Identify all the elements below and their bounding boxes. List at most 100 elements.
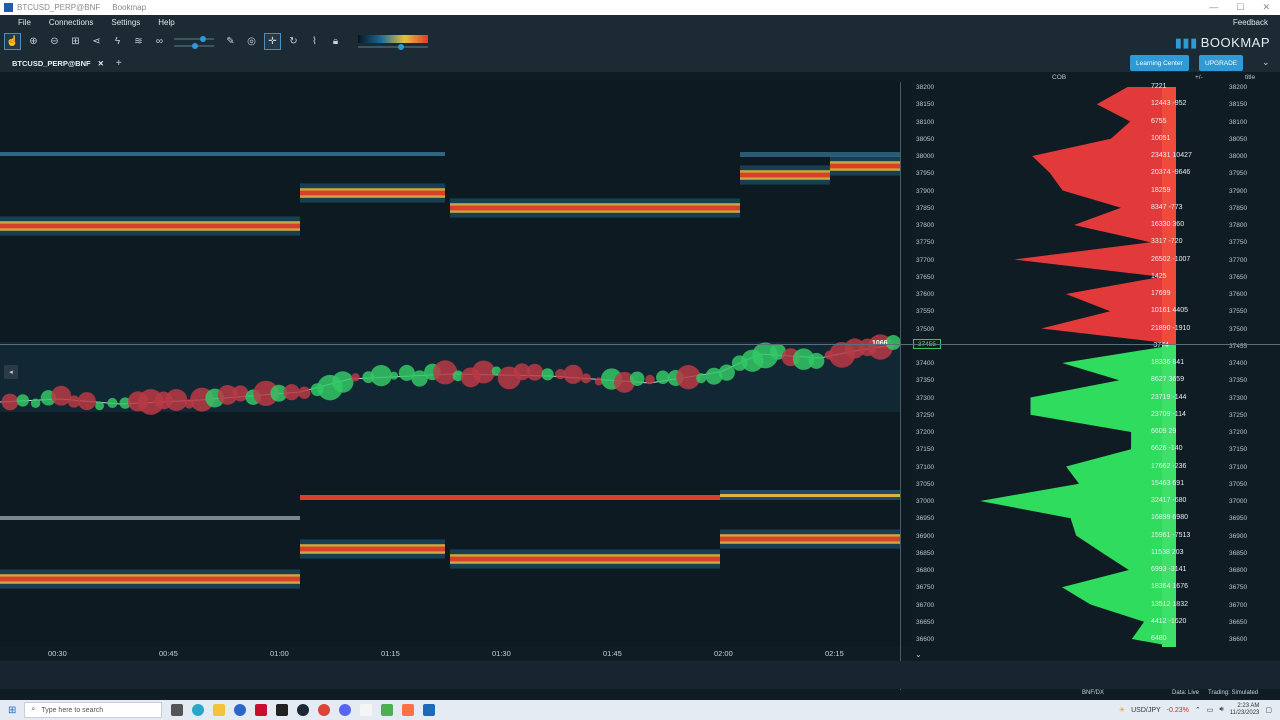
- taskbar-search-input[interactable]: ⌕ Type here to search: [24, 702, 163, 718]
- scroll-down-icon[interactable]: ⌄: [915, 650, 922, 659]
- trade-bubble: [95, 401, 105, 411]
- discord-icon[interactable]: [339, 704, 352, 716]
- upper-liquidity-band-core: [300, 190, 445, 196]
- trade-bubble: [351, 373, 360, 382]
- cob-value: 6609 29: [1151, 428, 1177, 435]
- menu-file[interactable]: File: [18, 18, 31, 27]
- chevron-down-icon[interactable]: ⌄: [1262, 57, 1270, 68]
- price-tick-right: 37900: [1229, 187, 1248, 195]
- price-tick: 36600: [916, 636, 935, 643]
- tray-chevron-icon[interactable]: ⌃: [1195, 706, 1201, 714]
- trade-bubble: [718, 364, 735, 381]
- pen-icon[interactable]: ✎: [222, 33, 239, 50]
- color-scale-slider[interactable]: [358, 32, 438, 52]
- tab-close-icon[interactable]: ✕: [98, 59, 104, 68]
- time-tick: 00:30: [48, 649, 67, 658]
- app-dark-icon[interactable]: [276, 704, 289, 716]
- menu-connections[interactable]: Connections: [49, 18, 93, 27]
- task-view-icon[interactable]: [171, 704, 184, 716]
- windows-taskbar: ⊞ ⌕ Type here to search ☀ USD/JPY -0.23%…: [0, 700, 1280, 720]
- cob-value: 16330 360: [1151, 221, 1185, 228]
- price-tick: 38200: [916, 84, 935, 91]
- layers-icon[interactable]: ≋: [130, 33, 147, 50]
- replay-icon[interactable]: ↻: [285, 33, 302, 50]
- toolbar: ☝ ⊕ ⊖ ⊞ ⋖ ϟ ≋ ∞ ✎ ◎ ✛ ↻ ⌇ 🔒︎: [0, 29, 1280, 54]
- price-tick-right: 38000: [1229, 153, 1248, 160]
- link-icon[interactable]: ∞: [151, 33, 168, 50]
- price-tick: 37050: [916, 480, 935, 488]
- network-icon[interactable]: ▭: [1207, 706, 1214, 714]
- time-axis: 00:30 00:45 01:00 01:15 01:30 01:45 02:00 02:15: [0, 647, 912, 661]
- price-tick-right: 37500: [1229, 325, 1248, 333]
- clock[interactable]: 2:23 AM 11/23/2023: [1230, 703, 1260, 717]
- menu-help[interactable]: Help: [158, 18, 174, 27]
- tab-btcusd[interactable]: BTCUSD_PERP@BNF ✕: [12, 59, 104, 68]
- upgrade-button[interactable]: UPGRADE: [1199, 55, 1244, 71]
- volume-icon[interactable]: 🔊︎: [1219, 706, 1223, 714]
- cob-value: 4412 -1620: [1151, 617, 1187, 625]
- indicator-pane: [0, 661, 1280, 689]
- price-tick: 37800: [916, 222, 935, 229]
- upper-liquidity-band-core: [740, 172, 830, 178]
- zoom-fit-icon[interactable]: ⊞: [67, 33, 84, 50]
- price-tick-right: 37800: [1229, 222, 1248, 229]
- menu-settings[interactable]: Settings: [111, 18, 140, 27]
- cob-value: 23709 -114: [1151, 410, 1186, 418]
- notepad-icon[interactable]: [360, 704, 373, 716]
- chat-icon[interactable]: ◎: [243, 33, 260, 50]
- minimize-button[interactable]: —: [1209, 2, 1218, 13]
- file-explorer-icon[interactable]: [213, 704, 226, 716]
- price-tick-right: 37550: [1229, 308, 1248, 316]
- cob-value: 15961 -7513: [1151, 531, 1191, 539]
- price-tick-right: 36650: [1229, 618, 1248, 626]
- learning-center-button[interactable]: Learning Center: [1130, 55, 1189, 71]
- crosshair-icon[interactable]: ✛: [264, 33, 281, 50]
- lock-icon[interactable]: 🔒︎: [327, 33, 344, 50]
- app-green-icon[interactable]: [381, 704, 394, 716]
- price-tick-right: 36600: [1229, 636, 1248, 643]
- flash-icon[interactable]: ϟ: [109, 33, 126, 50]
- add-tab-icon[interactable]: +: [116, 58, 122, 69]
- price-tick: 38100: [916, 118, 935, 126]
- windows-start-icon[interactable]: ⊞: [8, 705, 16, 716]
- edge-icon[interactable]: [192, 704, 205, 716]
- feedback-link[interactable]: Feedback: [1233, 18, 1268, 27]
- price-axis: 38200 38150 38100 38050 38000 37950 37900 37850…: [912, 82, 947, 647]
- zoom-in-icon[interactable]: ⊕: [25, 33, 42, 50]
- share-icon[interactable]: ⋖: [88, 33, 105, 50]
- heatmap-chart[interactable]: [0, 82, 912, 647]
- price-tick-right: 36800: [1229, 567, 1248, 574]
- mid-thin-line: [0, 516, 300, 520]
- price-tick-right: 38050: [1229, 135, 1248, 143]
- indicators-icon[interactable]: ⌇: [306, 33, 323, 50]
- pointer-tool-icon[interactable]: ☝: [4, 33, 21, 50]
- heatmap-contrast-slider[interactable]: [174, 33, 214, 50]
- price-tick-right: 36950: [1229, 515, 1248, 523]
- price-tick-right: 36900: [1229, 532, 1248, 540]
- trade-bubble: [696, 373, 707, 384]
- zoom-out-icon[interactable]: ⊖: [46, 33, 63, 50]
- trade-bubble: [298, 386, 311, 399]
- cob-value: 16899 6980: [1151, 514, 1188, 522]
- maximize-button[interactable]: ☐: [1236, 2, 1244, 13]
- cob-value: 15463 691: [1151, 479, 1185, 487]
- price-tick: 37150: [916, 446, 935, 454]
- price-tick: 36850: [916, 549, 935, 557]
- close-button[interactable]: ✕: [1262, 2, 1270, 13]
- browser-icon[interactable]: [234, 704, 247, 716]
- price-tick: 37550: [916, 308, 935, 316]
- bookmap-task-icon[interactable]: [423, 704, 436, 716]
- trade-bubble: [629, 371, 645, 386]
- time-tick: 01:00: [270, 649, 289, 658]
- collapse-arrow-icon[interactable]: ◂: [4, 365, 18, 379]
- price-tick: 37500: [916, 325, 935, 333]
- price-tick-right: 37100: [1229, 463, 1248, 471]
- notification-icon[interactable]: ▢: [1265, 706, 1272, 714]
- app-orange-icon[interactable]: [402, 704, 415, 716]
- price-tick-right: 37950: [1229, 170, 1248, 178]
- upper-liquidity-band-core: [450, 205, 740, 211]
- app-red-icon[interactable]: [255, 704, 268, 716]
- steam-icon[interactable]: [297, 704, 310, 716]
- price-tick: 37100: [916, 463, 935, 471]
- chrome-icon[interactable]: [318, 704, 331, 716]
